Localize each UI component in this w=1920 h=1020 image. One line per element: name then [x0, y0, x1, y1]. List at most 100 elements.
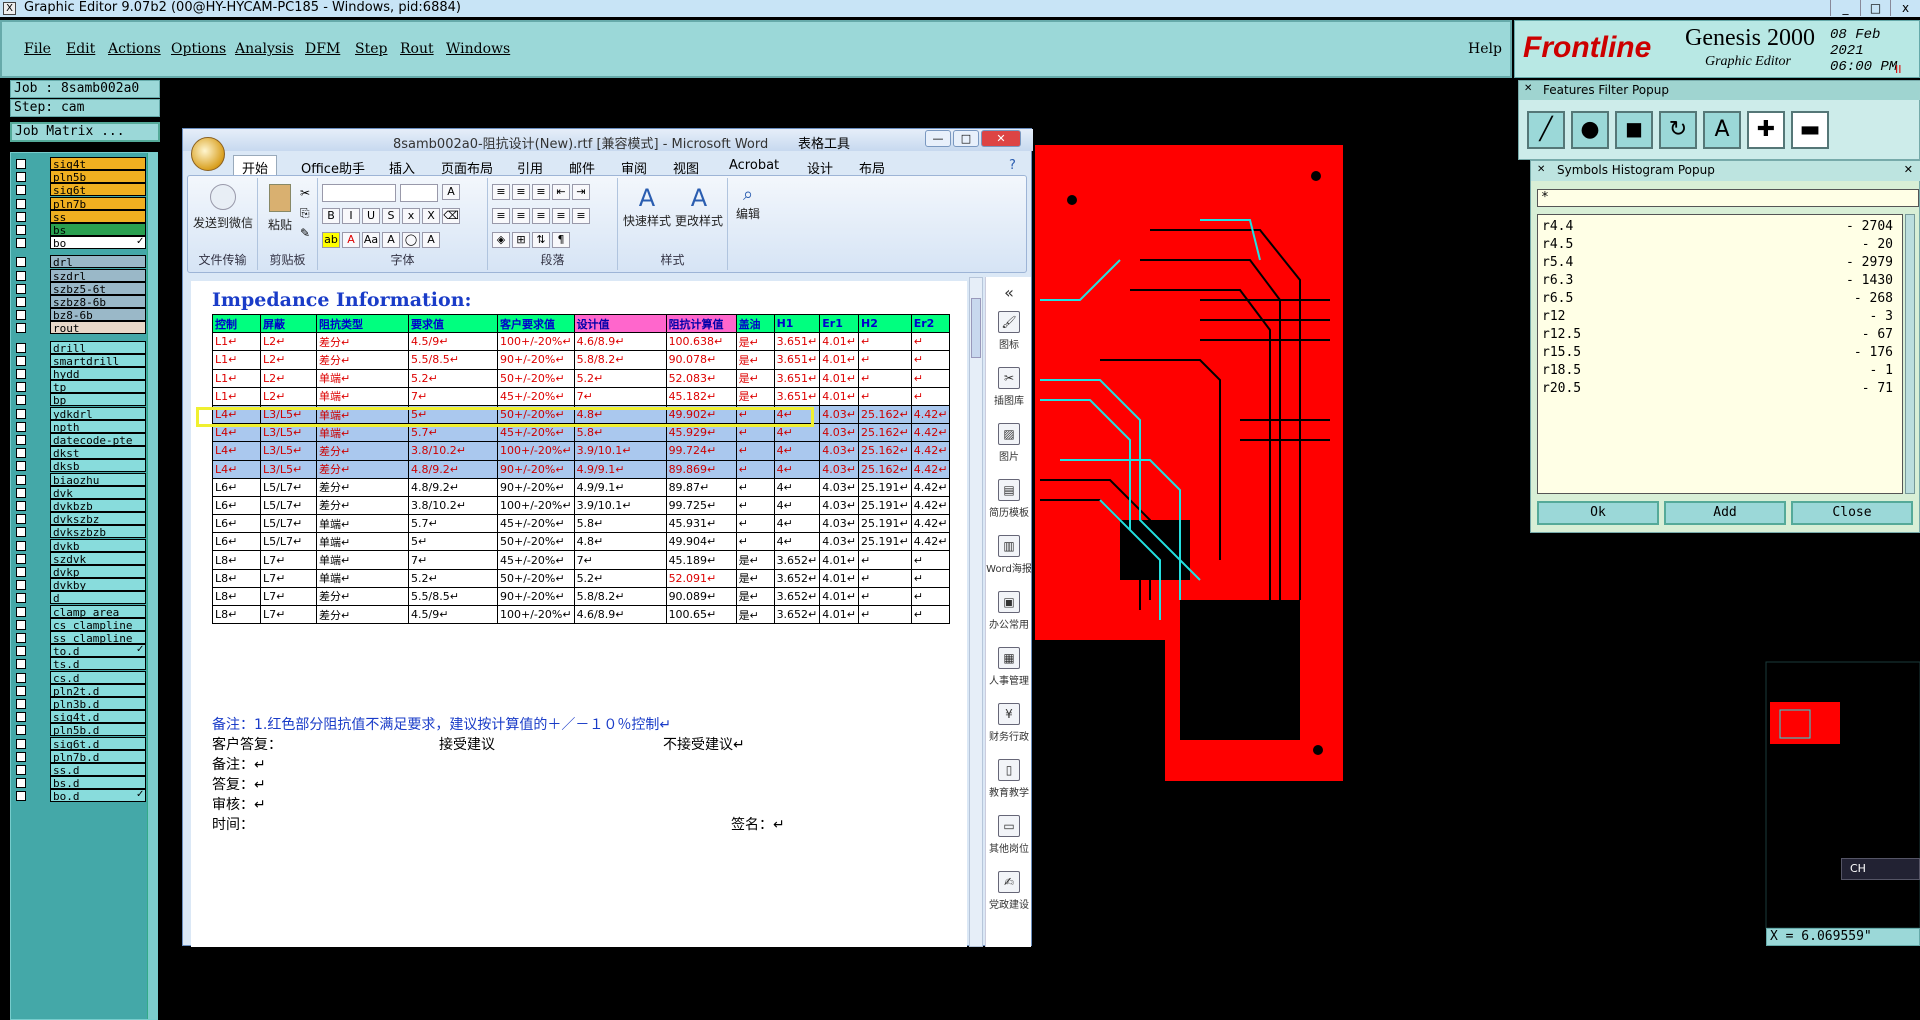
arc-tool-icon[interactable]: ↻ [1659, 111, 1697, 149]
scroll-thumb[interactable] [971, 298, 981, 358]
table-cell[interactable]: ↵ [858, 604, 912, 625]
table-cell[interactable]: 90+/-20%↵ [497, 477, 575, 497]
menu-windows[interactable]: Windows [446, 41, 510, 57]
table-cell[interactable]: 4.8↵ [573, 532, 667, 552]
table-row[interactable]: L6↵ L5/L7↵ 差分↵ 3.8/10.2↵ 100+/-20%↵ 3.9/10.1↵… [212, 495, 951, 516]
sort-icon[interactable]: ⇅ [532, 232, 550, 248]
table-cell[interactable]: 50+/-20%↵ [497, 368, 575, 388]
table-cell[interactable]: 3.9/10.1↵ [573, 495, 667, 516]
table-cell[interactable]: L2↵ [260, 368, 317, 388]
table-cell[interactable]: 是↵ [735, 368, 775, 388]
table-row[interactable]: L4↵ L3/L5↵ 差分↵ 3.8/10.2↵ 100+/-20%↵ 3.9/10.1↵… [212, 441, 951, 461]
sidebar-item[interactable]: ▤ 简历模板 [986, 479, 1032, 519]
table-cell[interactable]: 5.2↵ [573, 368, 667, 388]
table-cell[interactable]: 4.42↵ [910, 423, 951, 443]
table-cell[interactable]: 4.01↵ [819, 604, 859, 625]
close-icon[interactable]: ✕ [1524, 83, 1532, 94]
table-cell[interactable]: ↵ [910, 332, 951, 352]
table-cell[interactable]: 5.2↵ [408, 568, 498, 588]
table-cell[interactable]: L5/L7↵ [260, 514, 317, 534]
strike-icon[interactable]: S [382, 208, 400, 224]
table-cell[interactable]: 4.9/9.1↵ [573, 459, 667, 479]
table-cell[interactable]: 5.8/8.2↵ [573, 350, 667, 370]
table-row[interactable]: L1↵ L2↵ 单端↵ 5.2↵ 50+/-20%↵ 5.2↵ 52.083↵ 是↵ 3.651… [212, 368, 951, 388]
table-cell[interactable]: 4.8/9.2↵ [408, 459, 498, 479]
table-cell[interactable]: 25.191↵ [858, 495, 912, 516]
table-cell[interactable]: 4.03↵ [819, 477, 859, 497]
menu-edit[interactable]: Edit [66, 41, 95, 57]
add-button[interactable]: Add [1664, 501, 1786, 525]
close-button[interactable]: x [1890, 0, 1920, 16]
format-painter-icon[interactable]: ✎ [300, 226, 310, 240]
table-cell[interactable]: L7↵ [260, 586, 317, 607]
table-cell[interactable]: 4.42↵ [910, 514, 951, 534]
table-cell[interactable]: 7↵ [408, 550, 498, 570]
table-cell[interactable]: ↵ [858, 586, 912, 607]
table-cell[interactable]: ↵ [910, 586, 951, 607]
table-cell[interactable]: L2↵ [260, 350, 317, 370]
table-cell[interactable]: 单端↵ [316, 514, 409, 534]
table-cell[interactable]: 是↵ [735, 386, 775, 406]
paste-button[interactable]: 粘贴 [262, 184, 298, 233]
sidebar-item[interactable]: ▥ Word海报 [986, 535, 1032, 575]
table-cell[interactable]: ↵ [858, 550, 912, 570]
table-cell[interactable]: ↵ [735, 459, 775, 479]
table-cell[interactable]: ↵ [858, 568, 912, 588]
table-cell[interactable]: 单端↵ [316, 386, 409, 406]
enclose-icon[interactable]: ◯ [402, 232, 420, 248]
show-marks-icon[interactable]: ¶ [552, 232, 570, 248]
table-cell[interactable]: L5/L7↵ [260, 532, 317, 552]
table-cell[interactable]: 90.089↵ [665, 586, 737, 607]
table-cell[interactable]: 4.42↵ [910, 477, 951, 497]
sidebar-item[interactable]: ✂ 插图库 [986, 367, 1032, 407]
table-cell[interactable]: 4.03↵ [819, 514, 859, 534]
table-cell[interactable]: 4.03↵ [819, 495, 859, 516]
table-cell[interactable]: 差分↵ [316, 586, 409, 607]
table-cell[interactable]: 45.931↵ [665, 514, 737, 534]
text-tool-icon[interactable]: A [1703, 111, 1741, 149]
menu-file[interactable]: File [24, 41, 51, 57]
pad-tool-icon[interactable]: ● [1571, 111, 1609, 149]
table-cell[interactable]: ↵ [735, 477, 775, 497]
char-shade-icon[interactable]: A [382, 232, 400, 248]
table-cell[interactable]: 25.162↵ [858, 441, 912, 461]
table-cell[interactable]: 单端↵ [316, 568, 409, 588]
table-cell[interactable]: 7↵ [573, 550, 667, 570]
table-cell[interactable]: 3.652↵ [773, 568, 821, 588]
table-row[interactable]: L6↵ L5/L7↵ 单端↵ 5↵ 50+/-20%↵ 4.8↵ 49.904↵ ↵ 4↵ 4.0… [212, 532, 951, 552]
table-cell[interactable]: 4.42↵ [910, 495, 951, 516]
table-cell[interactable]: 4↵ [773, 459, 821, 479]
table-cell[interactable]: 4.01↵ [819, 386, 859, 406]
table-cell[interactable]: 3.8/10.2↵ [408, 495, 498, 516]
histogram-row[interactable]: r15.5 - 176 [1542, 345, 1897, 363]
menu-options[interactable]: Options [171, 41, 226, 57]
table-cell[interactable]: 100+/-20%↵ [497, 441, 575, 461]
sidebar-item[interactable]: ▣ 办公常用 [986, 591, 1032, 631]
histogram-row[interactable]: r18.5 - 1 [1542, 363, 1897, 381]
table-cell[interactable]: ↵ [910, 604, 951, 625]
document-page[interactable]: Impedance Information: 控制 屏蔽 阻抗类型 要求值 客户要求值设… [191, 281, 967, 947]
close-button[interactable]: Close [1791, 501, 1913, 525]
histogram-scrollbar[interactable] [1905, 214, 1915, 494]
table-cell[interactable]: 45.189↵ [665, 550, 737, 570]
distribute-icon[interactable]: ≡ [572, 208, 590, 224]
table-cell[interactable]: 100+/-20%↵ [497, 604, 575, 625]
close-icon[interactable]: ✕ [1904, 163, 1913, 176]
table-cell[interactable]: ↵ [910, 368, 951, 388]
table-cell[interactable]: 4.42↵ [910, 459, 951, 479]
table-cell[interactable]: 4.8/9.2↵ [408, 477, 498, 497]
table-cell[interactable]: L5/L7↵ [260, 477, 317, 497]
help-icon[interactable]: ? [1009, 158, 1016, 173]
table-cell[interactable]: L6↵ [212, 532, 261, 552]
table-cell[interactable]: 89.869↵ [665, 459, 737, 479]
menu-analysis[interactable]: Analysis [235, 41, 294, 57]
table-cell[interactable]: 7↵ [573, 386, 667, 406]
table-cell[interactable]: 4↵ [773, 514, 821, 534]
table-row[interactable]: L8↵ L7↵ 单端↵ 7↵ 45+/-20%↵ 7↵ 45.189↵ 是↵ 3.652↵ 4.0… [212, 550, 951, 570]
table-cell[interactable]: 25.162↵ [858, 404, 912, 425]
table-cell[interactable]: 4.03↵ [819, 441, 859, 461]
table-cell[interactable]: L6↵ [212, 514, 261, 534]
table-cell[interactable]: L7↵ [260, 568, 317, 588]
table-cell[interactable]: 4.01↵ [819, 332, 859, 352]
table-cell[interactable]: 单端↵ [316, 368, 409, 388]
